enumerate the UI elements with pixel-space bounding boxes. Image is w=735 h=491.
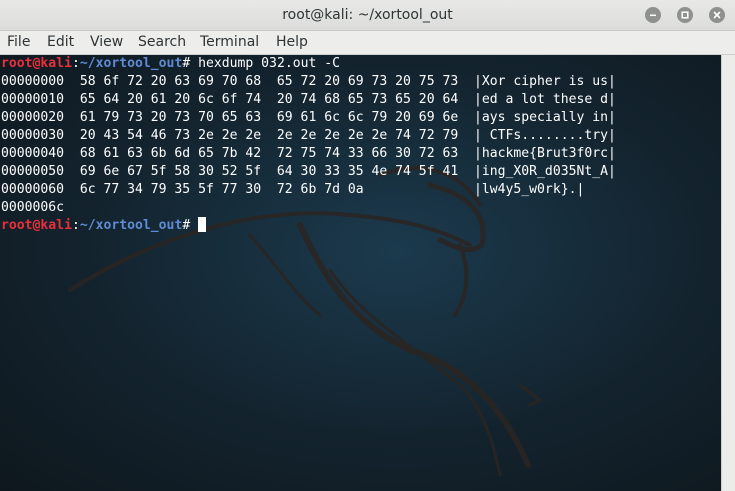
prompt-path: ~/xortool_out: [79, 56, 183, 71]
current-prompt-line[interactable]: root@kali:~/xortool_out#: [1, 217, 207, 235]
menu-edit[interactable]: Edit: [47, 31, 74, 54]
prompt-separator: :: [71, 218, 80, 233]
window-title: root@kali: ~/xortool_out: [282, 7, 453, 23]
prompt-user-host: root@kali: [1, 218, 72, 233]
minimize-button[interactable]: [645, 7, 661, 23]
hexdump-line: 00000010 65 64 20 61 20 6c 6f 74 20 74 6…: [1, 92, 616, 107]
menu-file[interactable]: File: [7, 31, 30, 54]
minimize-icon: [650, 14, 656, 17]
prompt-symbol: #: [182, 56, 199, 71]
menu-terminal[interactable]: Terminal: [200, 31, 259, 54]
text-cursor: [198, 217, 207, 232]
hexdump-line: 00000060 6c 77 34 79 35 5f 77 30 72 6b 7…: [1, 182, 585, 197]
maximize-icon: [681, 11, 689, 19]
prompt-user-host: root@kali: [1, 56, 72, 71]
command-line: root@kali:~/xortool_out# hexdump 032.out…: [1, 55, 340, 73]
close-icon: [713, 11, 721, 19]
menu-help[interactable]: Help: [276, 31, 308, 54]
menu-search[interactable]: Search: [138, 31, 186, 54]
hexdump-offset-end: 0000006c: [1, 200, 65, 215]
prompt-symbol: #: [182, 218, 199, 233]
hexdump-line: 00000000 58 6f 72 20 63 69 70 68 65 72 2…: [1, 74, 616, 89]
hexdump-line: 00000030 20 43 54 46 73 2e 2e 2e 2e 2e 2…: [1, 128, 616, 143]
title-bar[interactable]: root@kali: ~/xortool_out: [0, 0, 735, 31]
terminal-area[interactable]: root@kali:~/xortool_out# hexdump 032.out…: [0, 55, 721, 491]
hexdump-line: 00000020 61 79 73 20 73 70 65 63 69 61 6…: [1, 110, 616, 125]
prompt-separator: :: [71, 56, 80, 71]
maximize-button[interactable]: [677, 7, 693, 23]
command-text: hexdump 032.out -C: [198, 56, 341, 71]
menu-bar: File Edit View Search Terminal Help: [0, 31, 735, 55]
hexdump-line: 00000050 69 6e 67 5f 58 30 52 5f 64 30 3…: [1, 164, 616, 179]
prompt-path: ~/xortool_out: [79, 218, 183, 233]
menu-view[interactable]: View: [90, 31, 123, 54]
scrollbar[interactable]: [721, 55, 735, 491]
hexdump-line: 00000040 68 61 63 6b 6d 65 7b 42 72 75 7…: [1, 146, 616, 161]
terminal-window: root@kali: ~/xortool_out File Edit View …: [0, 0, 735, 491]
close-button[interactable]: [709, 7, 725, 23]
